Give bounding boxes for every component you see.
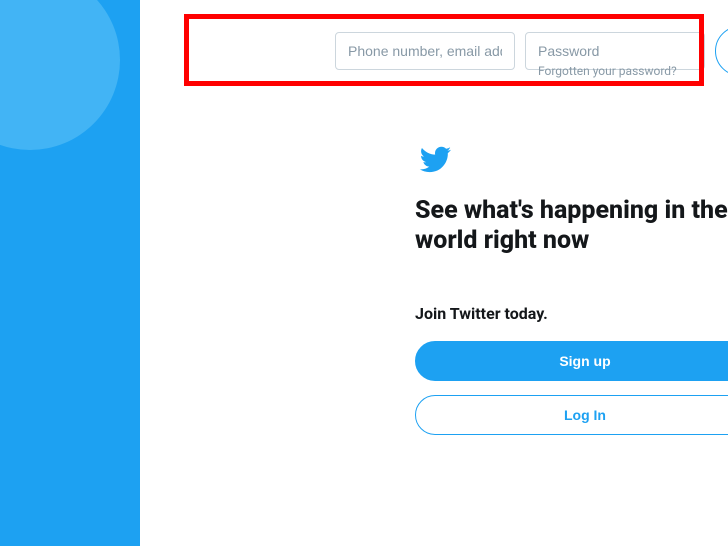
main-content-area: Log In Forgotten your password? See what… — [140, 0, 728, 546]
forgot-password-link[interactable]: Forgotten your password? — [538, 64, 677, 78]
login-button-main[interactable]: Log In — [415, 395, 728, 435]
center-content: See what's happening in the world right … — [415, 143, 728, 449]
left-hero-panel — [0, 0, 140, 546]
username-input[interactable] — [335, 32, 515, 70]
signup-button[interactable]: Sign up — [415, 341, 728, 381]
login-button-top[interactable]: Log In — [715, 26, 728, 76]
join-prompt: Join Twitter today. — [415, 304, 728, 323]
twitter-bird-icon — [415, 143, 455, 176]
page-headline: See what's happening in the world right … — [415, 196, 728, 256]
hero-curve-decoration — [0, 0, 120, 150]
